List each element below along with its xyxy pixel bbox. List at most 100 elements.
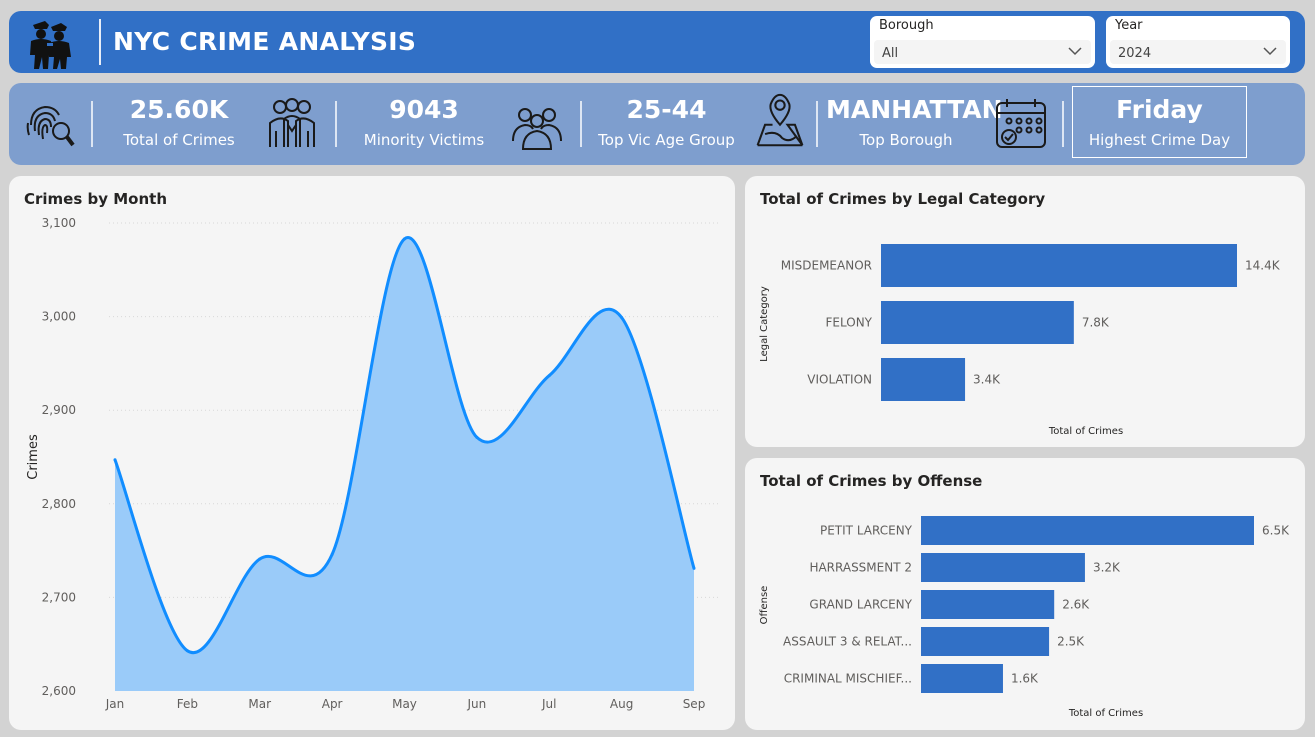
legal-category-card: Total of Crimes by Legal Category MISDEM… — [745, 176, 1305, 447]
x-tick-label: Jul — [541, 697, 556, 711]
data-point — [258, 557, 262, 561]
chevron-down-icon — [1263, 47, 1277, 56]
data-label: 3.2K — [1093, 561, 1121, 575]
bar — [921, 627, 1050, 656]
bar — [881, 301, 1074, 344]
kpi-divider — [335, 101, 337, 147]
data-point — [692, 566, 696, 570]
bar — [881, 244, 1237, 287]
kpi-divider — [91, 101, 93, 147]
kpi-highest-crime-day-label: Highest Crime Day — [1088, 131, 1231, 149]
data-point — [547, 374, 551, 378]
three-people-icon — [512, 108, 562, 150]
header-bar: NYC CRIME ANALYSIS Borough All Year 2024 — [9, 11, 1305, 73]
category-label: HARRASSMENT 2 — [809, 561, 912, 575]
year-dropdown-value: 2024 — [1118, 46, 1152, 61]
fingerprint-search-icon — [26, 105, 75, 147]
x-tick-label: Feb — [177, 697, 198, 711]
data-label: 1.6K — [1011, 672, 1039, 686]
data-point — [475, 435, 479, 439]
x-tick-label: May — [392, 697, 417, 711]
kpi-top-borough-value: MANHATTAN — [826, 95, 1003, 124]
offense-chart[interactable]: PETIT LARCENY 6.5K HARRASSMENT 2 3.2K GRAND … — [745, 458, 1305, 730]
borough-dropdown[interactable]: All — [874, 40, 1091, 64]
category-label: PETIT LARCENY — [820, 524, 913, 538]
data-point — [185, 649, 189, 653]
kpi-highest-crime-day: Friday Highest Crime Day — [1072, 86, 1247, 158]
kpi-highest-crime-day-value: Friday — [1116, 95, 1203, 124]
x-tick-label: Jan — [105, 697, 125, 711]
kpi-minority-victims-label: Minority Victims — [363, 131, 485, 149]
x-axis-title: Total of Crimes — [1068, 708, 1143, 719]
category-label: VIOLATION — [807, 373, 872, 387]
kpi-total-crimes: 25.60K Total of Crimes — [109, 93, 249, 149]
y-tick-label: 2,600 — [42, 684, 76, 698]
year-slicer[interactable]: Year 2024 — [1106, 16, 1290, 68]
kpi-minority-victims-value: 9043 — [389, 95, 459, 124]
crimes-by-month-chart[interactable]: 2,600 2,700 2,800 2,900 3,000 3,100 Crimes Jan F… — [9, 176, 735, 730]
data-label: 3.4K — [973, 373, 1001, 387]
kpi-divider — [580, 101, 582, 147]
kpi-total-crimes-label: Total of Crimes — [123, 131, 235, 149]
police-officers-icon — [30, 21, 71, 69]
kpi-top-age-group-value: 25-44 — [626, 95, 707, 124]
data-point — [620, 316, 624, 320]
borough-slicer[interactable]: Borough All — [870, 16, 1095, 68]
calendar-check-icon — [996, 99, 1046, 148]
offense-card: Total of Crimes by Offense PETIT LARCENY… — [745, 458, 1305, 730]
kpi-top-age-group: 25-44 Top Vic Age Group — [594, 93, 739, 149]
kpi-divider — [1062, 101, 1064, 147]
y-tick-label: 3,100 — [42, 216, 76, 230]
group-people-icon — [269, 98, 315, 147]
data-label: 7.8K — [1082, 316, 1110, 330]
x-tick-label: Mar — [248, 697, 271, 711]
y-tick-label: 2,700 — [42, 590, 76, 604]
kpi-top-age-group-label: Top Vic Age Group — [598, 131, 735, 149]
y-axis-title: Offense — [759, 586, 770, 625]
data-label: 6.5K — [1262, 524, 1290, 538]
x-tick-label: Sep — [683, 697, 706, 711]
legal-category-chart[interactable]: MISDEMEANOR 14.4KFELONY 7.8KVIOLATION 3.4KT… — [745, 176, 1305, 447]
kpi-top-borough-label: Top Borough — [859, 131, 953, 149]
kpi-top-borough: MANHATTAN Top Borough — [826, 93, 1003, 149]
y-tick-label: 2,800 — [42, 497, 76, 511]
map-location-icon — [756, 93, 804, 147]
borough-slicer-label: Borough — [879, 18, 934, 33]
kpi-total-crimes-value: 25.60K — [129, 95, 229, 124]
bar — [921, 516, 1254, 545]
data-point — [113, 458, 117, 462]
x-axis-title: Total of Crimes — [1048, 426, 1123, 437]
data-point — [403, 237, 406, 241]
kpi-divider — [816, 101, 818, 147]
header-divider — [99, 19, 101, 65]
borough-dropdown-value: All — [882, 46, 899, 61]
year-slicer-label: Year — [1115, 18, 1143, 33]
bar — [921, 553, 1085, 582]
kpi-bar: 25.60K Total of Crimes 9043 Minority Vic… — [9, 83, 1305, 165]
crimes-by-month-card: Crimes by Month 2,600 2,700 2,800 2,900 3,00… — [9, 176, 735, 730]
y-axis-title: Legal Category — [759, 286, 770, 362]
data-label: 2.5K — [1057, 635, 1085, 649]
kpi-minority-victims: 9043 Minority Victims — [354, 93, 494, 149]
data-point — [330, 552, 334, 556]
bar — [921, 664, 1003, 693]
category-label: MISDEMEANOR — [781, 259, 872, 273]
bar — [881, 358, 966, 401]
category-label: ASSAULT 3 & RELAT... — [783, 635, 912, 649]
category-label: GRAND LARCENY — [809, 598, 912, 612]
data-label: 14.4K — [1245, 259, 1281, 273]
x-tick-label: Apr — [322, 697, 343, 711]
area-fill — [115, 237, 694, 691]
x-tick-label: Jun — [467, 697, 487, 711]
category-label: CRIMINAL MISCHIEF... — [784, 672, 912, 686]
year-dropdown[interactable]: 2024 — [1110, 40, 1286, 64]
data-label: 2.6K — [1062, 598, 1090, 612]
y-axis-title: Crimes — [26, 434, 41, 480]
bar — [921, 590, 1055, 619]
y-tick-label: 3,000 — [42, 310, 76, 324]
x-tick-label: Aug — [610, 697, 633, 711]
chevron-down-icon — [1068, 47, 1082, 56]
category-label: FELONY — [826, 316, 873, 330]
y-tick-label: 2,900 — [42, 403, 76, 417]
page-title: NYC CRIME ANALYSIS — [113, 27, 417, 56]
